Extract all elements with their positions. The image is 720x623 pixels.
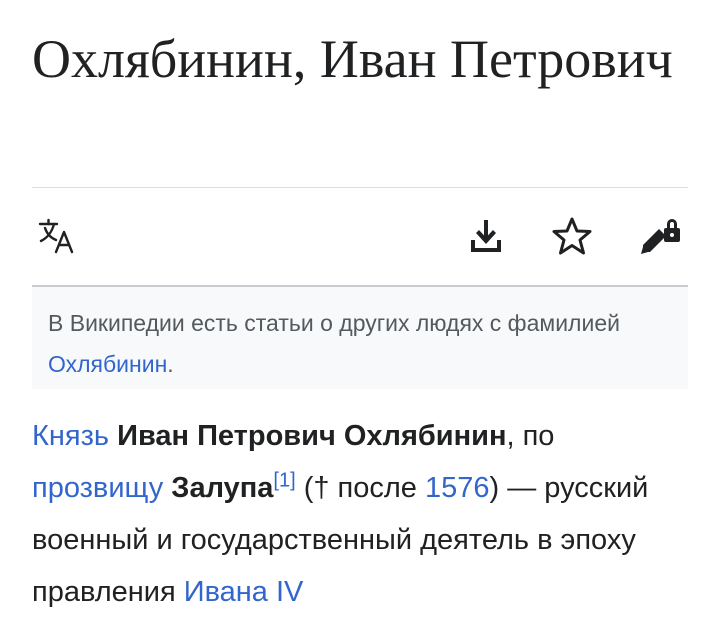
title-divider <box>32 187 688 188</box>
page-title: Охлябинин, Иван Петрович <box>32 29 673 89</box>
bold-nickname: Залупа <box>171 472 274 504</box>
download-icon <box>471 220 501 252</box>
lead-text-1: , по <box>506 420 555 452</box>
lead-paragraph: Князь Иван Петрович Охлябинин, по прозви… <box>32 410 692 618</box>
watch-button[interactable] <box>548 212 596 260</box>
star-icon <box>552 217 592 255</box>
hatnote: В Википедии есть статьи о других людях с… <box>32 285 688 389</box>
bold-name: Иван Петрович Охлябинин <box>117 420 507 452</box>
link-knyaz[interactable]: Князь <box>32 420 109 452</box>
hatnote-text: В Википедии есть статьи о других людях с… <box>48 310 620 336</box>
language-button[interactable] <box>34 212 82 260</box>
link-year-1576[interactable]: 1576 <box>425 472 490 504</box>
reference-link-1[interactable]: [1] <box>273 469 295 491</box>
link-prozvishchu[interactable]: прозвищу <box>32 472 163 504</box>
hatnote-link-okhlyabinin[interactable]: Охлябинин <box>48 351 167 377</box>
translate-icon <box>38 218 74 254</box>
hatnote-period: . <box>167 351 174 377</box>
edit-locked-icon <box>641 219 680 254</box>
lead-text-2: († после <box>295 472 425 504</box>
edit-button[interactable] <box>636 212 684 260</box>
download-button[interactable] <box>462 212 510 260</box>
page-actions-toolbar <box>32 212 688 262</box>
link-ivan-iv[interactable]: Ивана IV <box>184 576 304 608</box>
